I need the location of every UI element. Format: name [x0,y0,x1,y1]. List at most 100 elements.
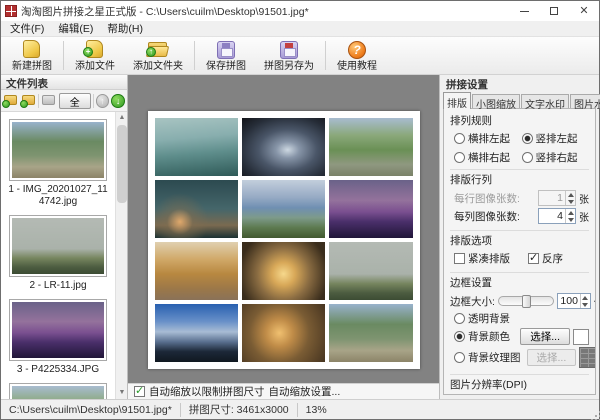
border-size-slider[interactable] [498,296,554,306]
menu-help[interactable]: 帮助(H) [100,21,150,36]
color-swatch[interactable] [573,329,589,345]
tab-thumb-scale[interactable]: 小图缩放 [472,94,520,108]
settings-pane: 排列规则 横排左起 竖排左起 横排右起 竖排右起 排版行列 每行图像张数: [443,108,596,395]
group-title: 排列规则 [450,113,589,128]
unit-label: 张 [579,191,589,206]
menu-edit[interactable]: 编辑(E) [51,21,100,36]
maximize-icon [550,7,558,15]
border-settings-group: 边框设置 边框大小: 100 像素 透明背景 背景颜色 [450,272,589,374]
thumbnail-caption: 1 - IMG_20201027_114742.jpg [7,184,109,208]
menu-file[interactable]: 文件(F) [3,21,51,36]
radio-horizontal-left[interactable]: 横排左起 [454,131,522,146]
file-list-toolbar: 全选 ↑ ↓ [1,90,127,112]
bg-texture-radio[interactable]: 背景纹理图 [454,350,521,365]
tab-text-watermark[interactable]: 文字水印 [521,94,569,108]
remove-file-button[interactable] [41,93,57,108]
radio-vertical-left[interactable]: 竖排左起 [522,131,590,146]
unit-label: 像素 [594,294,596,309]
resize-grip[interactable] [595,415,597,417]
settings-header: 拼接设置 [440,75,599,91]
add-file-small-button[interactable] [3,93,19,108]
compact-checkbox[interactable]: 紧凑排版 [454,251,510,266]
move-up-button[interactable]: ↑ [96,94,110,108]
collage-cell-golden-sky [242,242,325,300]
status-file-path: C:\Users\cuilm\Desktop\91501.jpg* [1,400,180,419]
dpi-group: 图片分辨率(DPI) 水平分辨率: 72 像素/英寸 垂直分辨率: [450,374,589,395]
collage-cell-lake-mountains [242,180,325,238]
tab-layout[interactable]: 排版 [443,92,471,109]
move-down-button[interactable]: ↓ [111,94,125,108]
spinner-arrows-icon[interactable] [580,294,590,308]
close-button[interactable]: ✕ [569,1,599,21]
add-folder-button[interactable]: ↑ 添加文件夹 [124,38,192,73]
collage-preview-area[interactable] [128,75,439,383]
help-icon: ? [345,39,369,56]
reverse-checkbox[interactable]: 反序 [528,251,563,266]
file-list-scrollbar[interactable]: ▲ ▼ [115,112,127,399]
collage-cell-village-path [329,118,412,176]
tab-image-watermark[interactable]: 图片水印 [570,94,600,108]
spinner-arrows-icon[interactable] [565,209,575,223]
arrange-rule-group: 排列规则 横排左起 竖排左起 横排右起 竖排右起 [450,111,589,169]
collage-cell-turbine-dusk [155,180,238,238]
list-item[interactable]: 2 - LR-11.jpg [7,215,109,292]
thumbnail-image-archway [12,122,104,178]
minimize-icon [520,11,529,12]
autoscale-label: 自动缩放以限制拼图尺寸 [149,384,265,399]
list-item[interactable]: 3 - P4225334.JPG [7,299,109,376]
add-file-button[interactable]: + 添加文件 [66,38,124,73]
list-item[interactable] [7,383,109,399]
collage-cell-autumn-road [155,242,238,300]
list-item[interactable]: 1 - IMG_20201027_114742.jpg [7,119,109,208]
add-folder-icon: ↑ [146,39,170,56]
scrollbar-thumb[interactable] [117,125,127,203]
radio-icon [454,133,465,144]
radio-horizontal-right[interactable]: 横排右起 [454,150,522,165]
border-size-spinner[interactable]: 100 [557,293,591,309]
status-collage-size: 拼图尺寸: 3461x3000 [181,400,297,419]
toolbar-separator [194,41,195,70]
titlebar: 淘淘图片拼接之星正式版 - C:\Users\cuilm\Desktop\915… [1,1,599,21]
slider-thumb[interactable] [522,295,531,308]
choose-color-button[interactable]: 选择... [520,328,570,345]
bg-color-radio[interactable]: 背景颜色 [454,329,510,344]
autoscale-settings-link[interactable]: 自动缩放设置... [269,384,341,399]
radio-icon [454,352,465,363]
toolbar-separator [63,41,64,70]
per-row-spinner[interactable]: 1 [538,190,576,206]
checkbox-icon [454,253,465,264]
per-col-label: 每列图像张数: [454,209,520,224]
tutorial-button[interactable]: ? 使用教程 [328,38,386,73]
toolbar: 新建拼图 + 添加文件 ↑ 添加文件夹 保存拼图 拼图另存为 ? 使用教程 [1,37,599,75]
spinner-arrows-icon[interactable] [565,191,575,205]
per-col-spinner[interactable]: 4 [538,208,576,224]
settings-panel: 拼接设置 排版 小图缩放 文字水印 图片水印 排列规则 横排左起 竖排左起 横排… [439,75,599,399]
minimize-button[interactable] [509,1,539,21]
thumbnail-image-field-tower [12,218,104,274]
collage-cell-bridge-night [329,180,412,238]
radio-vertical-right[interactable]: 竖排右起 [522,150,590,165]
save-as-button[interactable]: 拼图另存为 [255,38,323,73]
add-folder-small-button[interactable] [21,93,37,108]
new-collage-button[interactable]: 新建拼图 [3,38,61,73]
group-title: 边框设置 [450,275,589,290]
toolbar-separator [325,41,326,70]
autoscale-checkbox[interactable] [134,386,145,397]
texture-swatch[interactable] [579,347,596,368]
maximize-button[interactable] [539,1,569,21]
per-row-label: 每行图像张数: [454,191,520,206]
select-all-button[interactable]: 全选 [59,93,91,109]
thumbnail-caption: 2 - LR-11.jpg [7,280,109,292]
group-title: 图片分辨率(DPI) [450,377,589,392]
collage-cell-storm-sea [242,118,325,176]
settings-tabs: 排版 小图缩放 文字水印 图片水印 [440,91,599,108]
add-file-icon: + [83,39,107,56]
choose-texture-button[interactable]: 选择... [527,349,577,366]
collage-cell-street [155,118,238,176]
transparent-bg-radio[interactable]: 透明背景 [454,311,510,326]
save-collage-button[interactable]: 保存拼图 [197,38,255,73]
scroll-up-icon[interactable]: ▲ [116,112,127,124]
toolbar-separator [93,94,94,108]
grid-group: 排版行列 每行图像张数: 1 张 每列图像张数: [450,169,589,230]
scroll-down-icon[interactable]: ▼ [116,387,127,399]
